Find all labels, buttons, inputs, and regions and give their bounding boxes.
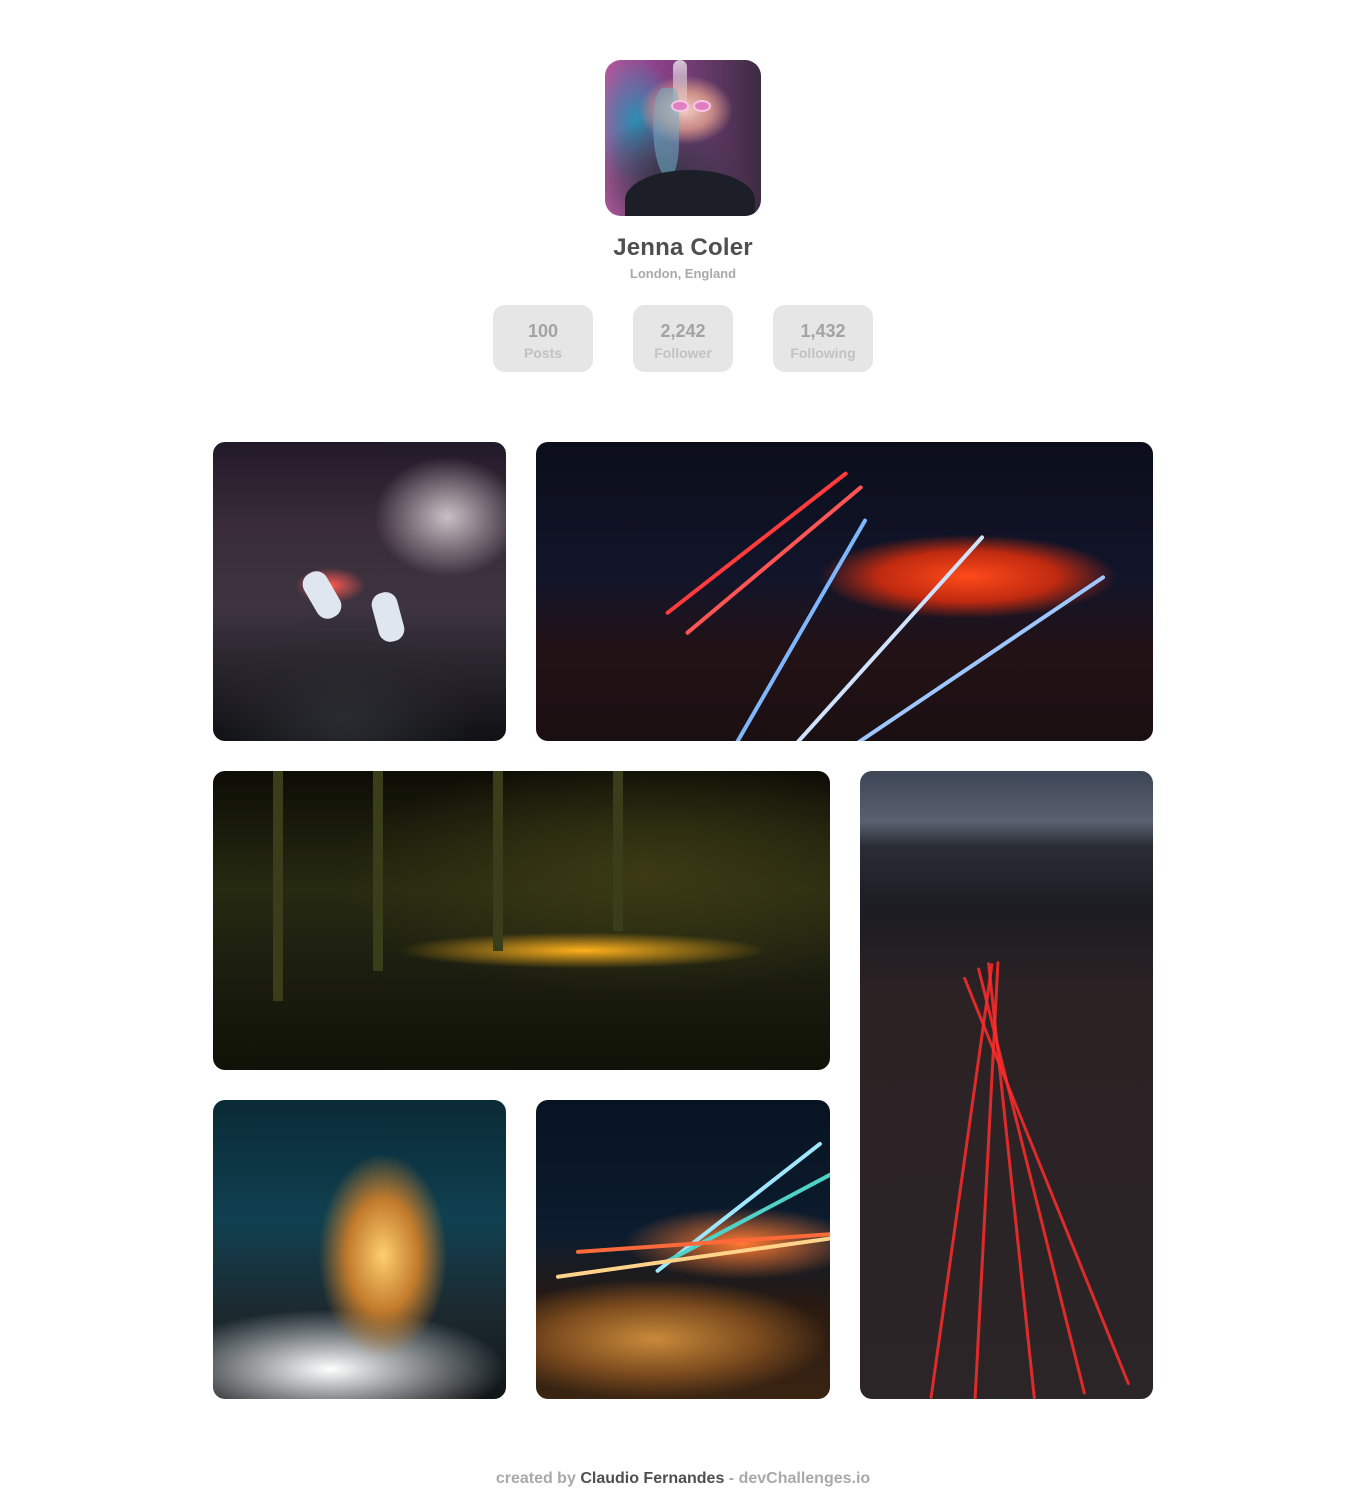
stat-followers: 2,242 Follower — [633, 305, 733, 372]
gallery-photo-bridge[interactable] — [213, 771, 830, 1070]
photo-beam — [493, 771, 503, 951]
stat-value: 2,242 — [660, 321, 706, 341]
footer-credit: created by Claudio Fernandes - devChalle… — [0, 1470, 1366, 1488]
stat-following: 1,432 Following — [773, 305, 873, 372]
avatar-glasses-right — [693, 100, 711, 112]
avatar — [605, 60, 761, 216]
profile-header: Jenna Coler London, England 100 Posts 2,… — [0, 60, 1366, 372]
profile-stats: 100 Posts 2,242 Follower 1,432 Following — [0, 305, 1366, 372]
stat-value: 100 — [527, 321, 559, 341]
photo-beam — [373, 771, 383, 971]
photo-beam — [273, 771, 283, 1001]
gallery-photo-street-trails[interactable] — [536, 1100, 830, 1399]
gallery-photo-stadium[interactable] — [536, 442, 1153, 741]
photo-trail — [976, 967, 1087, 1395]
stat-label: Follower — [654, 345, 712, 361]
photo-trail — [854, 574, 1106, 741]
gallery-photo-highway[interactable] — [860, 771, 1153, 1399]
stat-value: 1,432 — [800, 321, 846, 341]
stat-label: Following — [790, 345, 856, 361]
photo-beam — [613, 771, 623, 931]
stat-label: Posts — [523, 345, 563, 361]
footer-separator: - — [728, 1470, 735, 1487]
footer-site-link[interactable]: devChallenges.io — [739, 1470, 871, 1487]
profile-name: Jenna Coler — [613, 234, 753, 261]
photo-trail — [794, 534, 985, 741]
gallery-photo-tower[interactable] — [213, 1100, 506, 1399]
profile-location: London, England — [629, 266, 737, 281]
stat-posts: 100 Posts — [493, 305, 593, 372]
footer-prefix: created by — [495, 1470, 576, 1487]
photo-shoe-left — [298, 566, 346, 624]
photo-trail — [684, 484, 864, 636]
avatar-shoulders — [625, 170, 755, 216]
photo-shoe-right — [368, 589, 408, 645]
avatar-glasses-left — [671, 100, 689, 112]
footer-author-link[interactable]: Claudio Fernandes — [580, 1470, 724, 1487]
gallery-photo-city-street[interactable] — [213, 442, 506, 741]
photo-trail — [734, 517, 868, 741]
